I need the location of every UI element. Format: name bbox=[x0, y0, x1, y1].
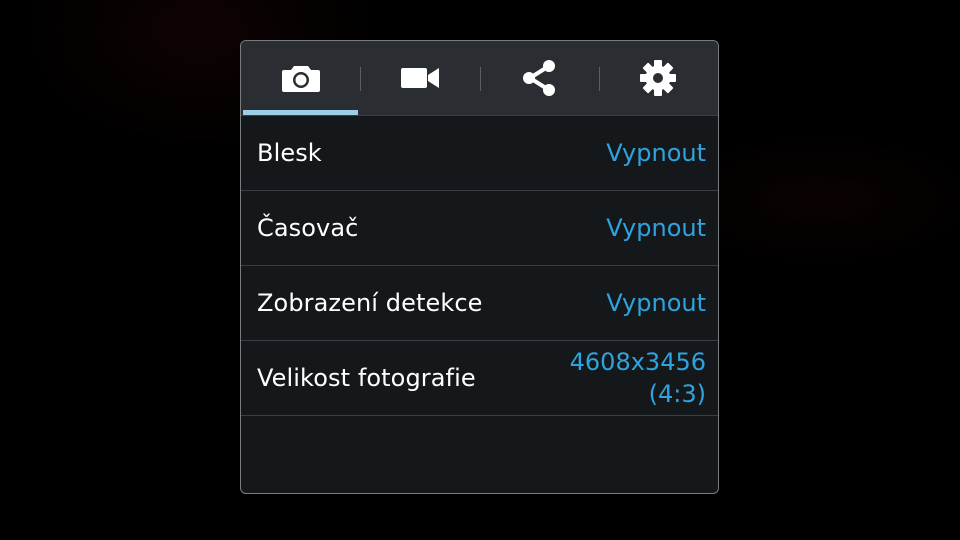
video-camera-icon bbox=[400, 66, 440, 90]
photo-aspect-ratio: (4:3) bbox=[648, 380, 706, 408]
setting-row-photo-size[interactable]: Velikost fotografie 4608x3456 (4:3) bbox=[241, 341, 718, 416]
camera-settings-panel: Blesk Vypnout Časovač Vypnout Zobrazení … bbox=[240, 40, 719, 494]
tab-share[interactable] bbox=[479, 41, 599, 115]
settings-list: Blesk Vypnout Časovač Vypnout Zobrazení … bbox=[241, 116, 718, 416]
setting-row-detection-display[interactable]: Zobrazení detekce Vypnout bbox=[241, 266, 718, 341]
tab-camera[interactable] bbox=[241, 41, 360, 115]
share-icon bbox=[521, 59, 557, 97]
setting-label: Blesk bbox=[257, 139, 322, 167]
setting-label: Zobrazení detekce bbox=[257, 289, 483, 317]
tab-video[interactable] bbox=[360, 41, 479, 115]
setting-value: 4608x3456 (4:3) bbox=[570, 346, 706, 410]
tab-settings[interactable] bbox=[598, 41, 718, 115]
setting-label: Časovač bbox=[257, 214, 359, 242]
setting-label: Velikost fotografie bbox=[257, 364, 476, 392]
settings-tab-bar bbox=[241, 41, 718, 116]
setting-value: Vypnout bbox=[606, 139, 706, 167]
camera-icon bbox=[281, 63, 321, 93]
gear-icon bbox=[639, 59, 677, 97]
photo-resolution: 4608x3456 bbox=[569, 348, 706, 376]
setting-value: Vypnout bbox=[606, 214, 706, 242]
setting-row-flash[interactable]: Blesk Vypnout bbox=[241, 116, 718, 191]
setting-value: Vypnout bbox=[606, 289, 706, 317]
setting-row-timer[interactable]: Časovač Vypnout bbox=[241, 191, 718, 266]
